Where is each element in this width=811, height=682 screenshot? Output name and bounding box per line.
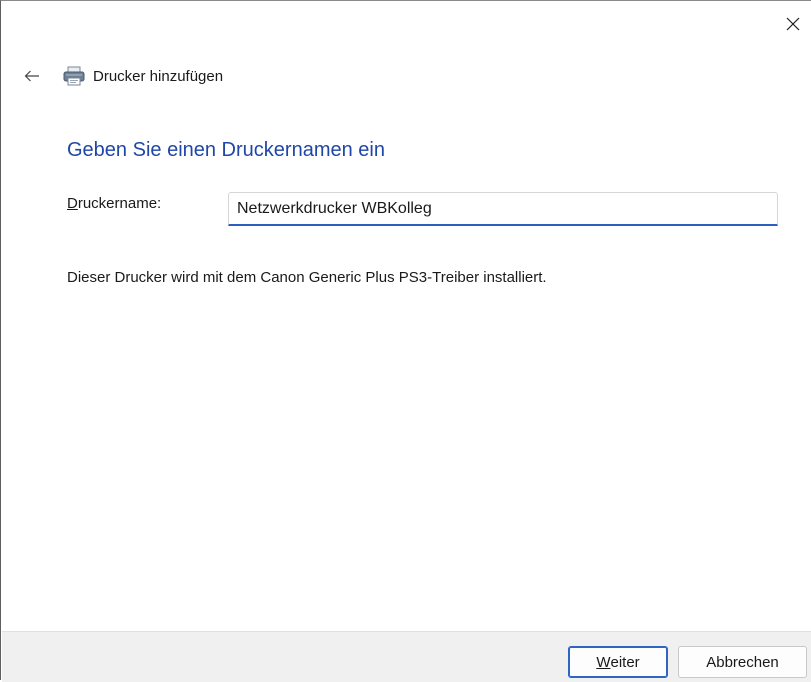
next-button[interactable]: Weiter bbox=[568, 646, 668, 678]
close-icon bbox=[786, 17, 800, 31]
printer-name-label-accelerator: D bbox=[67, 195, 78, 212]
dialog-header: Drucker hinzufügen bbox=[63, 63, 223, 89]
dialog-title: Drucker hinzufügen bbox=[93, 67, 224, 85]
page-heading: Geben Sie einen Druckernamen ein bbox=[67, 139, 385, 161]
dialog-footer: Weiter Abbrechen bbox=[2, 631, 811, 682]
printer-name-label-text: ruckername: bbox=[77, 195, 162, 212]
add-printer-dialog: Drucker hinzufügen Geben Sie einen Druck… bbox=[0, 0, 811, 682]
next-button-accelerator: W bbox=[596, 653, 611, 671]
printer-icon bbox=[63, 66, 85, 86]
back-arrow-icon bbox=[24, 70, 39, 82]
driver-info-text: Dieser Drucker wird mit dem Canon Generi… bbox=[67, 269, 547, 286]
next-button-label: eiter bbox=[610, 653, 640, 671]
cancel-button[interactable]: Abbrechen bbox=[678, 646, 807, 678]
printer-name-label: Druckername: bbox=[67, 195, 161, 212]
close-button[interactable] bbox=[775, 9, 811, 39]
printer-name-input[interactable] bbox=[229, 193, 777, 224]
printer-name-field bbox=[228, 192, 778, 226]
back-button[interactable] bbox=[17, 63, 47, 89]
